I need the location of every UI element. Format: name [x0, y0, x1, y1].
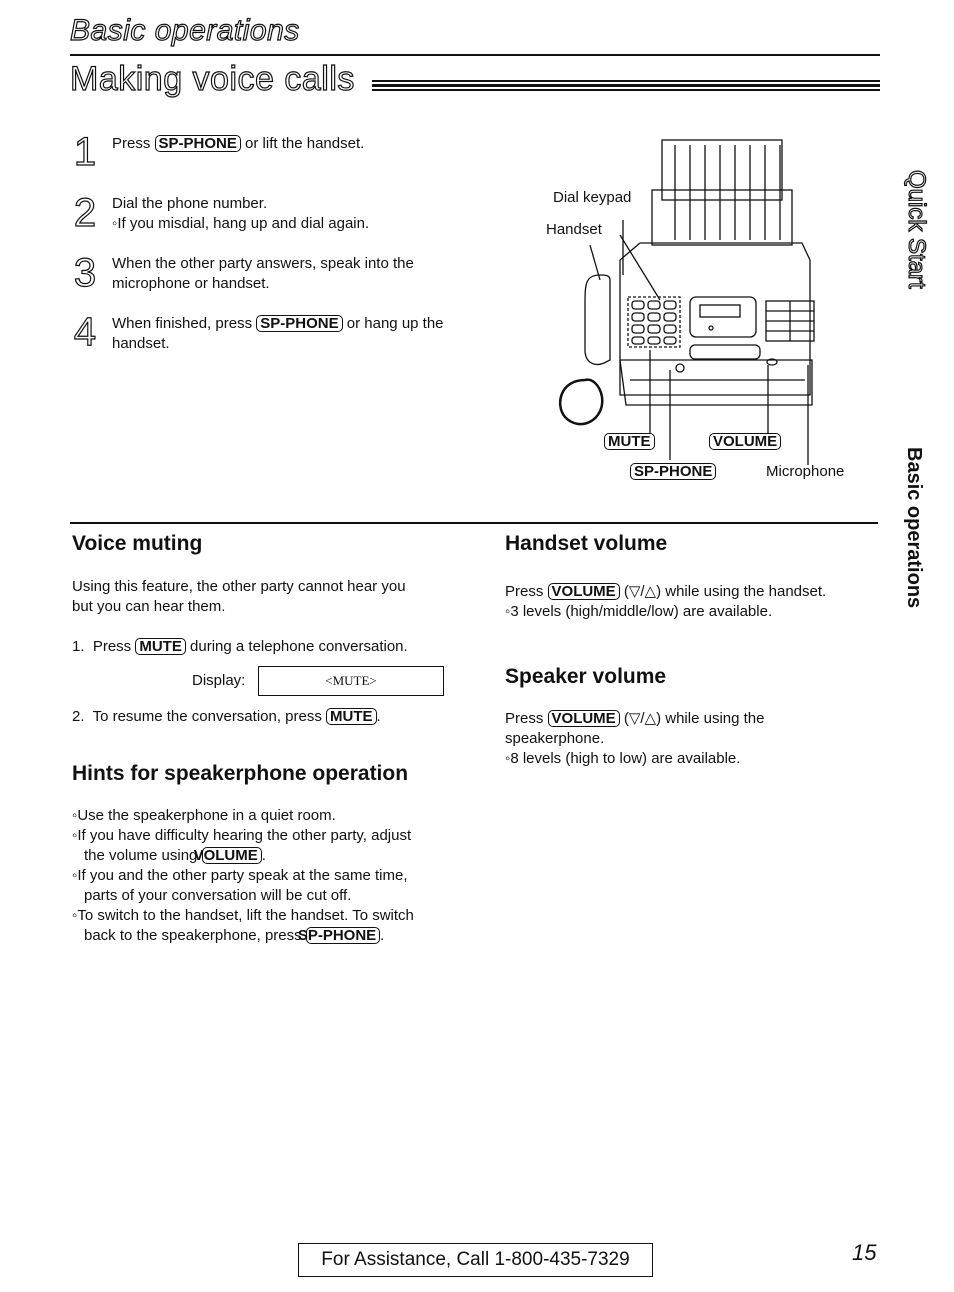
header-rule [70, 54, 880, 56]
step-number-3: 3 [73, 251, 97, 295]
text: ◦If you misdial, hang up and dial again. [112, 215, 370, 232]
handset [584, 274, 611, 366]
step-3-text: When the other party answers, speak into… [112, 254, 492, 294]
text: ◦8 levels (high to low) are available. [505, 750, 741, 767]
title-rule-lines [372, 80, 880, 92]
page-title: Making voice calls [69, 59, 355, 98]
assistance-box: For Assistance, Call 1-800-435-7329 [298, 1243, 653, 1277]
dial-keypad [627, 296, 681, 348]
voice-muting-step-1: 1. Press MUTE during a telephone convers… [72, 637, 408, 657]
step-number-4: 4 [73, 310, 97, 354]
side-tab-quick-start: Quick Start [902, 169, 930, 289]
sp-phone-key: SP-PHONE [256, 315, 343, 332]
text: speakerphone. [505, 730, 605, 747]
hint-item: ◦If you and the other party speak at the… [72, 866, 422, 906]
handset-label: Handset [546, 221, 602, 238]
text: ◦Use the speakerphone in a quiet room. [72, 807, 336, 824]
step-4-text: When finished, press SP-PHONE or hang up… [112, 314, 492, 354]
text: ◦3 levels (high/middle/low) are availabl… [505, 603, 773, 620]
text: Press [505, 583, 548, 600]
sp-phone-key: SP-PHONE [298, 927, 381, 944]
step-number-1: 1 [73, 130, 97, 174]
volume-key: VOLUME [194, 847, 262, 864]
mute-key: MUTE [604, 433, 655, 450]
speaker-volume-heading: Speaker volume [505, 665, 667, 688]
handset-cord [558, 378, 604, 426]
voice-muting-heading: Voice muting [72, 532, 203, 555]
hint-item: ◦To switch to the handset, lift the hand… [72, 906, 422, 946]
text: 2. To resume the conversation, press [72, 708, 327, 725]
sp-phone-button [675, 363, 685, 373]
text: or hang up the [342, 315, 444, 332]
text: (▽/△) while using the [619, 710, 765, 727]
handset-volume-text: Press VOLUME (▽/△) while using the hands… [505, 582, 885, 622]
dial-keypad-label: Dial keypad [553, 189, 632, 206]
display-label: Display: [192, 672, 246, 689]
voice-muting-step-2: 2. To resume the conversation, press MUT… [72, 707, 381, 727]
text: (▽/△) while using the handset. [619, 583, 827, 600]
mute-key: MUTE [326, 708, 377, 725]
text: Dial the phone number. [112, 195, 268, 212]
text: Press [112, 135, 155, 152]
step-number-2: 2 [73, 191, 97, 235]
section-title: Basic operations [69, 13, 300, 47]
text: When the other party answers, speak into… [112, 255, 414, 272]
speaker-volume-text: Press VOLUME (▽/△) while using the speak… [505, 709, 885, 769]
volume-key: VOLUME [547, 710, 620, 727]
sp-phone-key-label: SP-PHONE [630, 463, 717, 481]
keypad-keys [631, 300, 677, 345]
step-2-text: Dial the phone number. ◦If you misdial, h… [112, 194, 492, 234]
text: . [380, 927, 385, 944]
text: Press [505, 710, 548, 727]
section-divider [70, 522, 878, 524]
text: Using this feature, the other party cann… [72, 578, 406, 595]
text: but you can hear them. [72, 598, 226, 615]
text: during a telephone conversation. [185, 638, 408, 655]
microphone-label: Microphone [766, 463, 845, 480]
text: When finished, press [112, 315, 257, 332]
volume-key-label: VOLUME [709, 433, 782, 451]
text: or lift the handset. [240, 135, 365, 152]
volume-key: VOLUME [547, 583, 620, 600]
page-number: 15 [852, 1240, 877, 1265]
text: microphone or handset. [112, 275, 270, 292]
volume-key: VOLUME [709, 433, 782, 450]
hint-item: ◦Use the speakerphone in a quiet room. [72, 806, 422, 826]
step-1-text: Press SP-PHONE or lift the handset. [112, 134, 492, 154]
display-readout: <MUTE> [258, 666, 444, 696]
text: . [376, 708, 381, 725]
mute-key: MUTE [135, 638, 186, 655]
mute-key-label: MUTE [604, 433, 655, 451]
paper-tray [651, 139, 793, 246]
sp-phone-key: SP-PHONE [630, 463, 717, 480]
side-tab-basic-operations: Basic operations [903, 447, 925, 609]
text: ◦If you and the other party speak at the… [72, 867, 408, 904]
sp-phone-key: SP-PHONE [154, 135, 241, 152]
hint-item: ◦If you have difficulty hearing the othe… [72, 826, 422, 866]
hints-list: ◦Use the speakerphone in a quiet room. ◦… [72, 806, 422, 946]
text: 1. Press [72, 638, 136, 655]
hints-heading: Hints for speakerphone operation [72, 762, 409, 785]
voice-muting-intro: Using this feature, the other party cann… [72, 577, 452, 617]
handset-volume-heading: Handset volume [505, 532, 668, 555]
text: handset. [112, 335, 170, 352]
text: . [261, 847, 266, 864]
